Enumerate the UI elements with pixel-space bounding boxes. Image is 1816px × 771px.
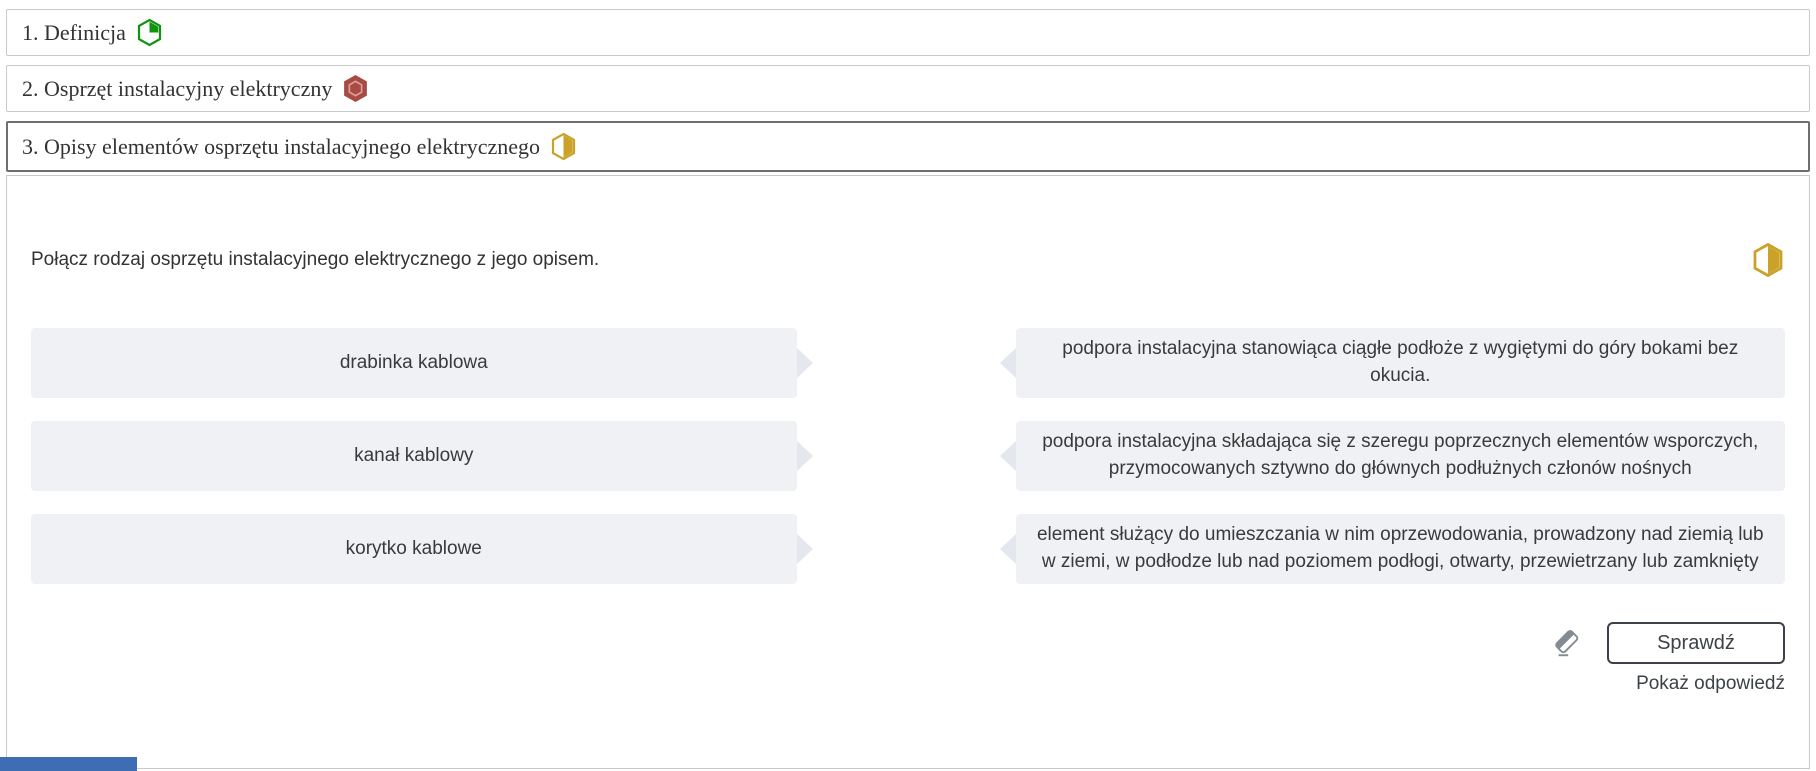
accordion-item-opisy[interactable]: 3. Opisy elementów osprzętu instalacyjne… [6, 121, 1810, 172]
exercise-prompt: Połącz rodzaj osprzętu instalacyjnego el… [31, 249, 600, 270]
match-left-label: korytko kablowe [345, 537, 482, 559]
match-row: kanał kablowy podpora instalacyjna skład… [31, 421, 1785, 491]
hexagon-wedge-icon [137, 18, 161, 47]
connector-arrow-right-icon [796, 348, 813, 378]
next-element-partial [0, 757, 137, 771]
match-left-item[interactable]: drabinka kablowa [31, 328, 797, 398]
hexagon-half-icon [551, 132, 576, 161]
match-right-label: podpora instalacyjna składająca się z sz… [1042, 431, 1759, 479]
match-left-item[interactable]: korytko kablowe [31, 514, 797, 584]
match-right-item[interactable]: podpora instalacyjna stanowiąca ciągłe p… [1015, 328, 1785, 398]
eraser-button[interactable] [1549, 626, 1583, 660]
connector-arrow-left-icon [999, 534, 1016, 564]
match-right-item[interactable]: podpora instalacyjna składająca się z sz… [1015, 421, 1785, 491]
page: 1. Definicja 2. Osprzęt instalacyjny ele… [0, 0, 1816, 769]
actions-row: Sprawdź [31, 622, 1785, 664]
accordion-item-label: 1. Definicja [22, 19, 126, 45]
eraser-icon [1555, 630, 1579, 657]
show-answer-link[interactable]: Pokaż odpowiedź [31, 673, 1785, 695]
match-left-label: drabinka kablowa [339, 351, 488, 373]
match-right-item[interactable]: element służący do umieszczania w nim op… [1015, 514, 1785, 584]
connector [796, 328, 1016, 398]
exercise-prompt-row: Połącz rodzaj osprzętu instalacyjnego el… [31, 176, 1785, 278]
exercise-panel: Połącz rodzaj osprzętu instalacyjnego el… [6, 175, 1810, 769]
hexagon-filled-icon [344, 74, 368, 103]
connector [796, 514, 1016, 584]
match-right-label: podpora instalacyjna stanowiąca ciągłe p… [1062, 338, 1739, 386]
connector-arrow-right-icon [796, 534, 813, 564]
accordion-item-osprzet[interactable]: 2. Osprzęt instalacyjny elektryczny [6, 65, 1810, 112]
connector [796, 421, 1016, 491]
accordion-item-definicja[interactable]: 1. Definicja [6, 9, 1810, 56]
accordion-item-label: 3. Opisy elementów osprzętu instalacyjne… [22, 133, 541, 159]
match-left-label: kanał kablowy [354, 444, 474, 466]
match-left-item[interactable]: kanał kablowy [31, 421, 797, 491]
match-right-label: element służący do umieszczania w nim op… [1036, 524, 1764, 572]
matching-area: drabinka kablowa podpora instalacyjna st… [31, 328, 1785, 584]
accordion-item-label: 2. Osprzęt instalacyjny elektryczny [22, 75, 333, 101]
match-row: korytko kablowe element służący do umies… [31, 514, 1785, 584]
hexagon-half-icon [1753, 242, 1783, 278]
connector-arrow-left-icon [999, 348, 1016, 378]
connector-arrow-left-icon [999, 441, 1016, 471]
match-row: drabinka kablowa podpora instalacyjna st… [31, 328, 1785, 398]
connector-arrow-right-icon [796, 441, 813, 471]
check-button[interactable]: Sprawdź [1607, 622, 1785, 664]
